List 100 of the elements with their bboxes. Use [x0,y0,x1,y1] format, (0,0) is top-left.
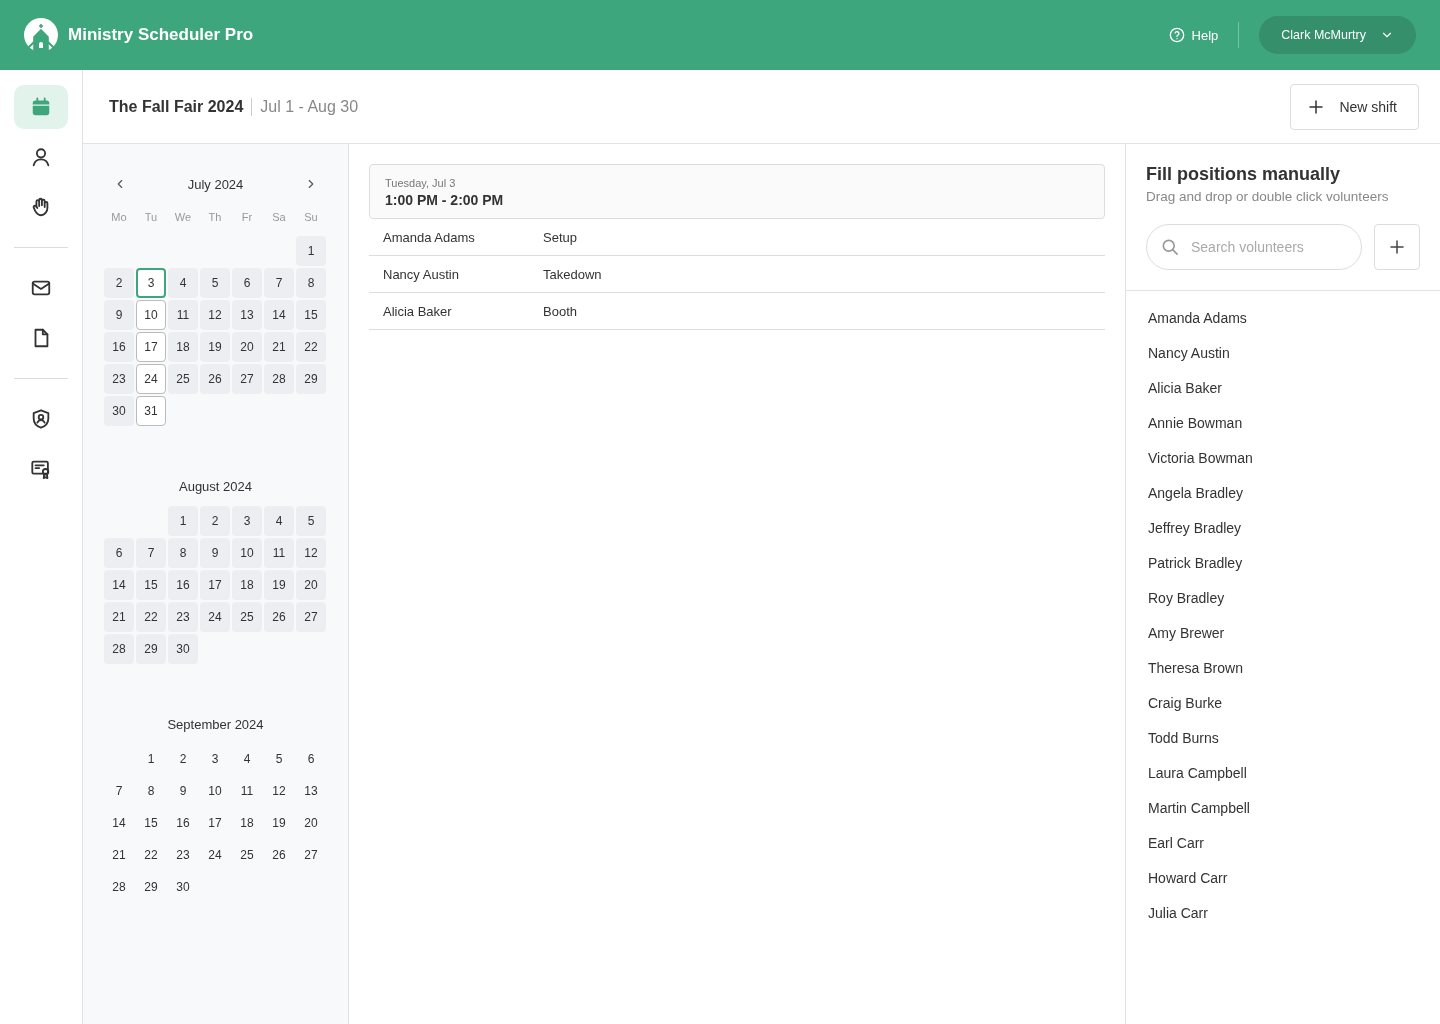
calendar-day[interactable]: 18 [168,332,198,362]
calendar-day[interactable]: 19 [264,570,294,600]
calendar-day[interactable]: 27 [296,602,326,632]
calendar-day[interactable]: 24 [136,364,166,394]
search-field[interactable]: Search volunteers [1146,224,1362,270]
calendar-day[interactable]: 20 [296,808,326,838]
volunteer-item[interactable]: Craig Burke [1148,692,1418,727]
calendar-day[interactable]: 23 [104,364,134,394]
shift-header[interactable]: Tuesday, Jul 3 1:00 PM - 2:00 PM [369,164,1105,219]
add-button[interactable] [1374,224,1420,270]
calendar-day[interactable]: 2 [104,268,134,298]
volunteer-item[interactable]: Angela Bradley [1148,482,1418,517]
calendar-day[interactable]: 24 [200,602,230,632]
calendar-day[interactable]: 11 [264,538,294,568]
calendar-day[interactable]: 14 [264,300,294,330]
volunteer-item[interactable]: Annie Bowman [1148,412,1418,447]
calendar-day[interactable]: 12 [296,538,326,568]
calendar-day[interactable]: 9 [104,300,134,330]
calendar-day[interactable]: 29 [136,872,166,902]
calendar-day[interactable]: 2 [200,506,230,536]
volunteer-item[interactable]: Roy Bradley [1148,587,1418,622]
calendar-day[interactable]: 6 [104,538,134,568]
calendar-day[interactable]: 7 [136,538,166,568]
volunteer-item[interactable]: Jeffrey Bradley [1148,517,1418,552]
calendar-day[interactable]: 25 [232,602,262,632]
calendar-day[interactable]: 3 [200,744,230,774]
calendar-day[interactable]: 8 [168,538,198,568]
calendar-day[interactable]: 15 [136,570,166,600]
calendar-day[interactable]: 27 [296,840,326,870]
calendar-day[interactable]: 18 [232,570,262,600]
volunteer-item[interactable]: Earl Carr [1148,832,1418,867]
calendar-day[interactable]: 4 [168,268,198,298]
calendar-day[interactable]: 19 [264,808,294,838]
calendar-day[interactable]: 28 [264,364,294,394]
calendar-day[interactable]: 13 [296,776,326,806]
calendar-day[interactable]: 26 [264,602,294,632]
volunteer-item[interactable]: Amy Brewer [1148,622,1418,657]
calendar-day[interactable]: 17 [200,570,230,600]
calendar-day[interactable]: 8 [296,268,326,298]
calendar-day[interactable]: 16 [104,332,134,362]
calendar-day[interactable]: 4 [264,506,294,536]
calendar-day[interactable]: 23 [168,602,198,632]
calendar-day[interactable]: 21 [104,602,134,632]
calendar-day[interactable]: 16 [168,808,198,838]
calendar-day[interactable]: 29 [296,364,326,394]
volunteer-item[interactable]: Julia Carr [1148,902,1418,937]
calendar-day[interactable]: 4 [232,744,262,774]
calendar-day[interactable]: 30 [104,396,134,426]
calendar-day[interactable]: 11 [232,776,262,806]
calendar-day[interactable]: 25 [232,840,262,870]
new-shift-button[interactable]: New shift [1290,83,1419,130]
calendar-day[interactable]: 5 [200,268,230,298]
calendar-day[interactable]: 20 [296,570,326,600]
calendar-day[interactable]: 17 [200,808,230,838]
volunteer-item[interactable]: Todd Burns [1148,727,1418,762]
calendar-day[interactable]: 14 [104,570,134,600]
volunteer-item[interactable]: Laura Campbell [1148,762,1418,797]
calendar-day[interactable]: 10 [232,538,262,568]
calendar-day[interactable]: 16 [168,570,198,600]
volunteer-item[interactable]: Amanda Adams [1148,307,1418,342]
calendar-day[interactable]: 15 [136,808,166,838]
calendar-day[interactable]: 5 [296,506,326,536]
calendar-day[interactable]: 5 [264,744,294,774]
calendar-day[interactable]: 6 [232,268,262,298]
calendar-day[interactable]: 22 [296,332,326,362]
calendar-day[interactable]: 7 [104,776,134,806]
calendar-day[interactable]: 21 [104,840,134,870]
volunteer-item[interactable]: Nancy Austin [1148,342,1418,377]
calendar-day[interactable]: 20 [232,332,262,362]
calendar-day[interactable]: 1 [168,506,198,536]
calendar-day[interactable]: 26 [200,364,230,394]
calendar-day[interactable]: 28 [104,872,134,902]
calendar-day[interactable]: 19 [200,332,230,362]
calendar-day[interactable]: 8 [136,776,166,806]
calendar-day[interactable]: 9 [200,538,230,568]
calendar-day[interactable]: 21 [264,332,294,362]
calendar-day[interactable]: 3 [136,268,166,298]
calendar-day[interactable]: 23 [168,840,198,870]
calendar-day[interactable]: 22 [136,840,166,870]
volunteer-item[interactable]: Martin Campbell [1148,797,1418,832]
calendar-day[interactable]: 24 [200,840,230,870]
calendar-day[interactable]: 1 [296,236,326,266]
volunteer-item[interactable]: Theresa Brown [1148,657,1418,692]
calendar-day[interactable]: 9 [168,776,198,806]
calendar-day[interactable]: 28 [104,634,134,664]
calendar-day[interactable]: 11 [168,300,198,330]
calendar-day[interactable]: 18 [232,808,262,838]
volunteer-item[interactable]: Alicia Baker [1148,377,1418,412]
calendar-day[interactable]: 12 [264,776,294,806]
volunteer-item[interactable]: Patrick Bradley [1148,552,1418,587]
user-menu[interactable]: Clark McMurtry [1259,16,1416,54]
calendar-day[interactable]: 26 [264,840,294,870]
calendar-day[interactable]: 1 [136,744,166,774]
volunteer-item[interactable]: Victoria Bowman [1148,447,1418,482]
calendar-day[interactable]: 27 [232,364,262,394]
calendar-day[interactable]: 3 [232,506,262,536]
calendar-day[interactable]: 7 [264,268,294,298]
calendar-day[interactable]: 14 [104,808,134,838]
calendar-day[interactable]: 10 [200,776,230,806]
calendar-day[interactable]: 30 [168,872,198,902]
